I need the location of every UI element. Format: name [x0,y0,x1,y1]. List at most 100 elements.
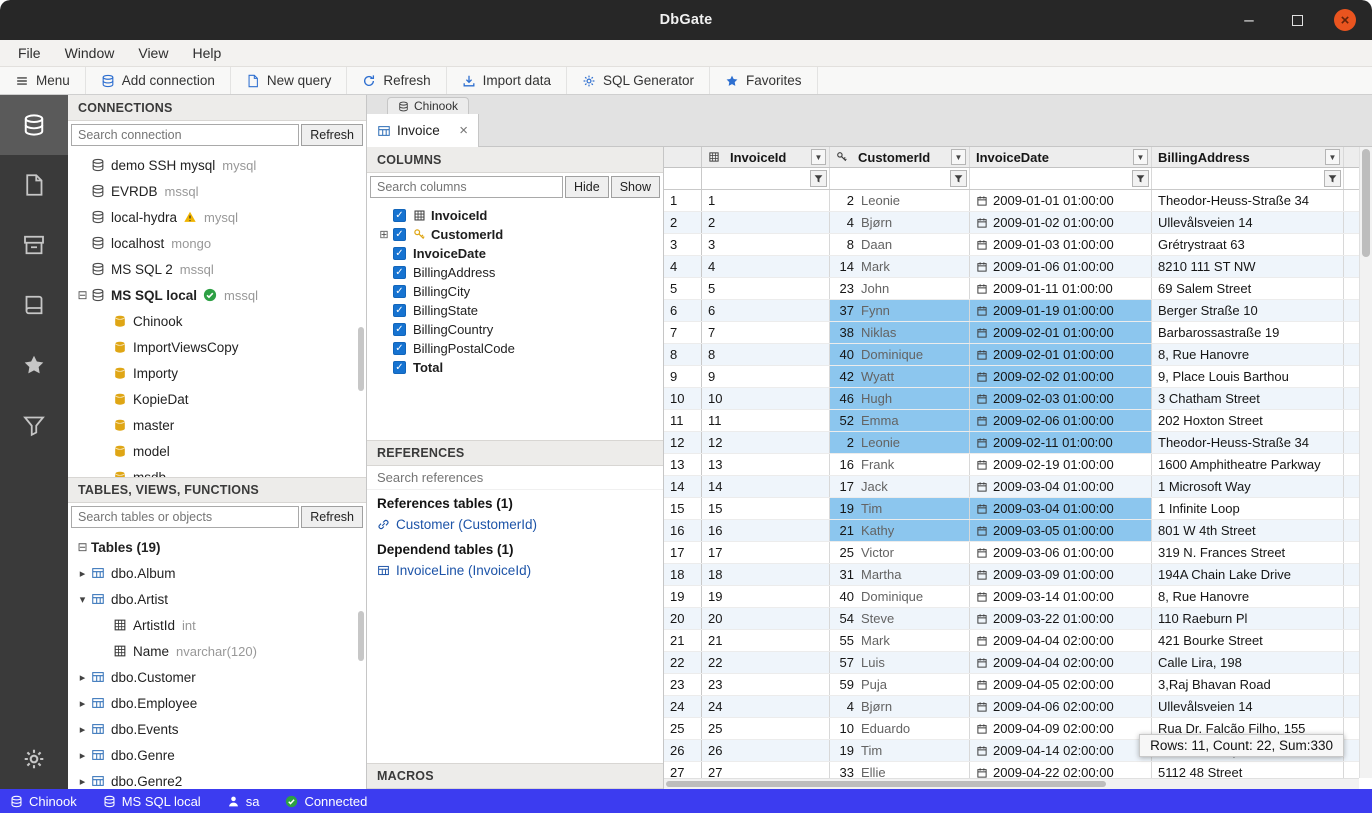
cell-billingaddress[interactable]: 1 Microsoft Way [1152,476,1344,497]
sidebar-database-button[interactable] [0,95,68,155]
cell-invoicedate[interactable]: 2009-04-09 02:00:00 [970,718,1152,739]
column-item-invoicedate[interactable]: ✓InvoiceDate [367,244,663,263]
cell-invoicedate[interactable]: 2009-03-14 01:00:00 [970,586,1152,607]
cell-customerid[interactable]: 14Mark [830,256,970,277]
table-item-dbo-album[interactable]: ▸dbo.Album [68,560,366,586]
toolbar-menu-button[interactable]: Menu [0,67,86,94]
cell-invoiceid[interactable]: 25 [702,718,830,739]
table-item-dbo-genre2[interactable]: ▸dbo.Genre2 [68,768,366,789]
column-menu-button[interactable]: ▼ [1325,149,1340,165]
filter-icon[interactable] [1132,170,1149,187]
row-number-cell[interactable]: 19 [664,586,702,607]
cell-invoicedate[interactable]: 2009-02-03 01:00:00 [970,388,1152,409]
reference-link-customer[interactable]: Customer (CustomerId) [367,513,663,536]
cell-customerid[interactable]: 25Victor [830,542,970,563]
filter-input-customerid[interactable] [832,170,948,187]
filter-input-billingaddress[interactable] [1154,170,1322,187]
cell-invoicedate[interactable]: 2009-02-19 01:00:00 [970,454,1152,475]
scrollbar-thumb[interactable] [1362,149,1370,257]
cell-billingaddress[interactable]: 5112 48 Street [1152,762,1344,778]
cell-invoiceid[interactable]: 21 [702,630,830,651]
connection-item-ms-sql-2[interactable]: MS SQL 2mssql [68,256,366,282]
column-item-billingpostalcode[interactable]: ✓BillingPostalCode [367,339,663,358]
table-item-dbo-artist[interactable]: ▾dbo.Artist [68,586,366,612]
cell-invoiceid[interactable]: 5 [702,278,830,299]
cell-billingaddress[interactable]: Grétrystraat 63 [1152,234,1344,255]
sidebar-history-button[interactable] [0,395,68,455]
connections-refresh-button[interactable]: Refresh [301,124,363,146]
cell-invoiceid[interactable]: 16 [702,520,830,541]
column-header-customerid[interactable]: CustomerId▼ [830,147,970,167]
cell-customerid[interactable]: 17Jack [830,476,970,497]
filter-icon[interactable] [810,170,827,187]
expander-icon[interactable]: ⊞ [375,228,393,241]
cell-billingaddress[interactable]: 69 Salem Street [1152,278,1344,299]
cell-billingaddress[interactable]: 8, Rue Hanovre [1152,586,1344,607]
filter-input-invoiceid[interactable] [704,170,808,187]
toolbar-add-connection-button[interactable]: Add connection [86,67,231,94]
database-item-importy[interactable]: Importy [68,360,366,386]
expander-icon[interactable]: ▸ [74,723,91,736]
cell-customerid[interactable]: 4Bjørn [830,696,970,717]
connection-search-input[interactable] [71,124,299,146]
statusbar-user[interactable]: sa [227,794,260,809]
close-button[interactable]: × [1334,9,1356,31]
row-number-cell[interactable]: 13 [664,454,702,475]
cell-invoiceid[interactable]: 19 [702,586,830,607]
connection-item-localhost[interactable]: localhostmongo [68,230,366,256]
cell-invoiceid[interactable]: 12 [702,432,830,453]
statusbar-connection[interactable]: MS SQL local [103,794,201,809]
column-checkbox[interactable]: ✓ [393,342,406,355]
row-number-cell[interactable]: 9 [664,366,702,387]
cell-customerid[interactable]: 10Eduardo [830,718,970,739]
cell-billingaddress[interactable]: Berger Straße 10 [1152,300,1344,321]
column-checkbox[interactable]: ✓ [393,304,406,317]
cell-customerid[interactable]: 19Tim [830,740,970,761]
row-number-cell[interactable]: 2 [664,212,702,233]
cell-invoiceid[interactable]: 24 [702,696,830,717]
toolbar-sql-generator-button[interactable]: SQL Generator [567,67,710,94]
cell-billingaddress[interactable]: 319 N. Frances Street [1152,542,1344,563]
expander-icon[interactable]: ⊟ [74,540,91,554]
cell-invoicedate[interactable]: 2009-03-05 01:00:00 [970,520,1152,541]
cell-customerid[interactable]: 46Hugh [830,388,970,409]
database-item-chinook[interactable]: Chinook [68,308,366,334]
cell-customerid[interactable]: 54Steve [830,608,970,629]
cell-customerid[interactable]: 4Bjørn [830,212,970,233]
sidebar-settings-button[interactable] [0,729,68,789]
column-header-billingaddress[interactable]: BillingAddress▼ [1152,147,1344,167]
cell-billingaddress[interactable]: 801 W 4th Street [1152,520,1344,541]
cell-invoiceid[interactable]: 9 [702,366,830,387]
cell-customerid[interactable]: 8Daan [830,234,970,255]
row-number-cell[interactable]: 3 [664,234,702,255]
cell-invoiceid[interactable]: 6 [702,300,830,321]
cell-invoicedate[interactable]: 2009-02-02 01:00:00 [970,366,1152,387]
table-item-dbo-employee[interactable]: ▸dbo.Employee [68,690,366,716]
cell-billingaddress[interactable]: 421 Bourke Street [1152,630,1344,651]
column-item-billingstate[interactable]: ✓BillingState [367,301,663,320]
filter-icon[interactable] [950,170,967,187]
table-item-dbo-genre[interactable]: ▸dbo.Genre [68,742,366,768]
tables-scrollbar[interactable] [358,611,364,661]
tab-group-chinook[interactable]: Chinook [387,97,469,114]
table-item-dbo-customer[interactable]: ▸dbo.Customer [68,664,366,690]
cell-invoiceid[interactable]: 23 [702,674,830,695]
column-menu-button[interactable]: ▼ [1133,149,1148,165]
cell-invoicedate[interactable]: 2009-02-11 01:00:00 [970,432,1152,453]
cell-invoiceid[interactable]: 11 [702,410,830,431]
columns-search-input[interactable] [370,176,563,198]
tab-invoice[interactable]: Invoice × [367,114,479,147]
row-number-cell[interactable]: 25 [664,718,702,739]
cell-invoiceid[interactable]: 14 [702,476,830,497]
cell-invoicedate[interactable]: 2009-04-06 02:00:00 [970,696,1152,717]
toolbar-new-query-button[interactable]: New query [231,67,348,94]
cell-customerid[interactable]: 40Dominique [830,586,970,607]
row-number-cell[interactable]: 10 [664,388,702,409]
column-checkbox[interactable]: ✓ [393,285,406,298]
statusbar-status[interactable]: Connected [285,794,367,809]
cell-billingaddress[interactable]: Theodor-Heuss-Straße 34 [1152,432,1344,453]
cell-billingaddress[interactable]: 3 Chatham Street [1152,388,1344,409]
row-number-cell[interactable]: 15 [664,498,702,519]
cell-invoiceid[interactable]: 18 [702,564,830,585]
sidebar-favorites-button[interactable] [0,335,68,395]
